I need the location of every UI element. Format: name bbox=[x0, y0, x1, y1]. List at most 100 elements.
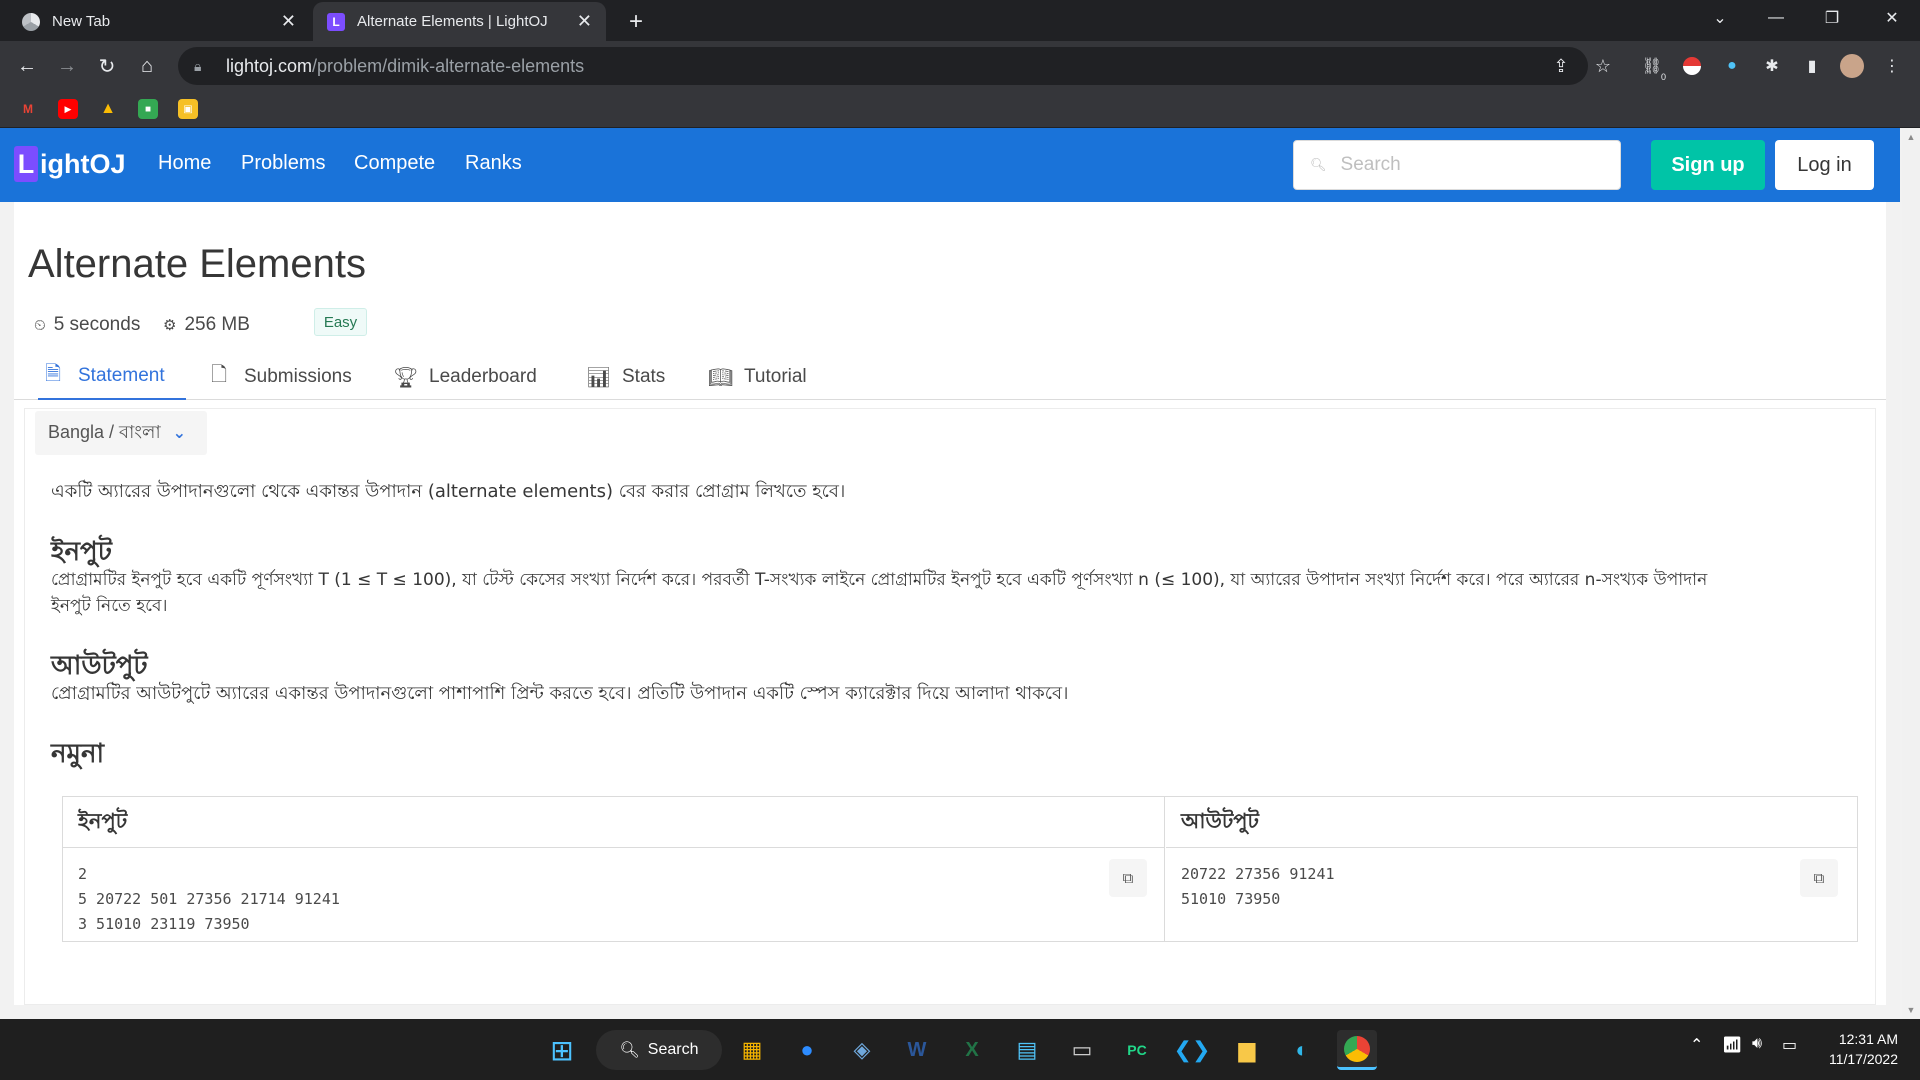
gmail-icon[interactable]: M bbox=[18, 99, 38, 119]
tab-stats[interactable]: 📊︎ Stats bbox=[582, 354, 669, 400]
login-button[interactable]: Log in bbox=[1775, 140, 1874, 190]
back-arrow-icon[interactable]: ← bbox=[12, 51, 42, 81]
bar-chart-icon: 📊︎ bbox=[586, 366, 612, 389]
window-close-icon[interactable]: ✕ bbox=[1864, 0, 1920, 36]
search-extension-icon[interactable]: ● bbox=[1720, 54, 1744, 78]
nav-problems[interactable]: Problems bbox=[241, 152, 325, 175]
puzzle-extensions-icon[interactable]: ✱ bbox=[1760, 54, 1784, 78]
tray-chevron-icon[interactable]: ⌃ bbox=[1690, 1035, 1703, 1055]
nav-home[interactable]: Home bbox=[158, 152, 211, 175]
scroll-up-icon[interactable]: ▲ bbox=[1902, 128, 1920, 146]
terminal-icon[interactable]: ▭ bbox=[1062, 1030, 1102, 1070]
sample-table: ইনপুট 2 5 20722 501 27356 21714 91241 3 … bbox=[62, 796, 1858, 942]
input-text-line-1: প্রোগ্রামটির ইনপুট হবে একটি পূর্ণসংখ্যা … bbox=[51, 570, 1708, 590]
edge-icon[interactable]: ◐ bbox=[1282, 1030, 1322, 1070]
page-scrollbar[interactable]: ▲ ▼ bbox=[1902, 128, 1920, 1019]
sample-heading: নমুনা bbox=[51, 739, 105, 769]
statement-panel: Bangla / বাংলা ⌄ একটি অ্যারের উপাদানগুলো… bbox=[24, 408, 1876, 1005]
tab-tutorial[interactable]: 📖︎ Tutorial bbox=[704, 354, 811, 400]
bookmark-star-icon[interactable]: ☆ bbox=[1588, 51, 1618, 81]
python-icon[interactable]: ◈ bbox=[842, 1030, 882, 1070]
tab-search-chevron-icon[interactable]: ⌄ bbox=[1692, 0, 1748, 36]
file-explorer-icon[interactable]: ▆ bbox=[1227, 1030, 1267, 1070]
input-text-line-2: ইনপুট নিতে হবে। bbox=[51, 596, 168, 616]
browser-tab-alternate-elements[interactable]: L Alternate Elements | LightOJ ✕ bbox=[313, 2, 606, 41]
nav-ranks[interactable]: Ranks bbox=[465, 152, 522, 175]
copy-input-button[interactable]: ⧉ bbox=[1109, 859, 1147, 897]
chrome-icon bbox=[22, 12, 40, 31]
tab-submissions[interactable]: 🗋︎ Submissions bbox=[204, 354, 356, 400]
share-icon[interactable]: ⇪ bbox=[1546, 51, 1576, 81]
zoom-icon[interactable]: ● bbox=[787, 1030, 827, 1070]
browser-tab-new-tab[interactable]: New Tab ✕ bbox=[8, 2, 310, 41]
time-limit: ⏲ 5 seconds bbox=[34, 314, 140, 336]
chrome-taskbar-icon[interactable] bbox=[1337, 1030, 1377, 1070]
browser-tab-bar: New Tab ✕ L Alternate Elements | LightOJ… bbox=[0, 0, 1920, 41]
volume-icon[interactable]: 🔊︎ bbox=[1752, 1035, 1762, 1053]
close-icon[interactable]: ✕ bbox=[577, 11, 592, 32]
reload-icon[interactable]: ↻ bbox=[92, 51, 122, 81]
youtube-icon[interactable]: ▶ bbox=[58, 99, 78, 119]
page-viewport: LightOJ Home Problems Compete Ranks 🔍︎ S… bbox=[0, 128, 1920, 1019]
taskbar-search-label: Search bbox=[647, 1041, 699, 1058]
tab-label: Statement bbox=[78, 365, 165, 386]
page-title: Alternate Elements bbox=[28, 242, 366, 286]
side-panel-icon[interactable]: ▮ bbox=[1800, 54, 1824, 78]
search-icon: 🔍︎ bbox=[1310, 157, 1327, 172]
search-input[interactable] bbox=[1340, 154, 1601, 176]
pycharm-icon[interactable]: PC bbox=[1117, 1030, 1157, 1070]
link-extension-icon[interactable]: ⛓ 0 bbox=[1640, 54, 1666, 82]
microsoft-store-icon[interactable]: ▦ bbox=[732, 1030, 772, 1070]
new-tab-button[interactable]: + bbox=[622, 8, 650, 36]
site-search-box[interactable]: 🔍︎ bbox=[1293, 140, 1621, 190]
chip-icon: ⚙ bbox=[163, 317, 177, 334]
sample-output[interactable]: 20722 27356 91241 51010 73950 bbox=[1166, 848, 1857, 912]
url-host: lightoj.com bbox=[226, 55, 313, 76]
site-navbar: LightOJ Home Problems Compete Ranks 🔍︎ S… bbox=[0, 128, 1900, 202]
tab-label: Stats bbox=[622, 366, 666, 387]
copy-output-button[interactable]: ⧉ bbox=[1800, 859, 1838, 897]
tab-label: Submissions bbox=[244, 366, 352, 387]
sample-input[interactable]: 2 5 20722 501 27356 21714 91241 3 51010 … bbox=[63, 848, 1164, 937]
kebab-menu-icon[interactable]: ⋮ bbox=[1880, 54, 1904, 78]
google-meet-icon[interactable]: ■ bbox=[138, 99, 158, 119]
battery-icon[interactable]: ▭ bbox=[1782, 1035, 1797, 1055]
vscode-icon[interactable]: ❮❯ bbox=[1172, 1030, 1212, 1070]
signup-button[interactable]: Sign up bbox=[1651, 140, 1765, 190]
wifi-icon[interactable]: 📶︎ bbox=[1722, 1035, 1742, 1055]
minimize-icon[interactable]: — bbox=[1748, 0, 1804, 36]
taskbar-search-button[interactable]: 🔍︎ Search bbox=[596, 1030, 722, 1070]
file-upload-icon: 🗋︎ bbox=[210, 364, 228, 386]
tab-statement[interactable]: 🗎︎ Statement bbox=[38, 354, 186, 400]
excel-icon[interactable]: X bbox=[952, 1030, 992, 1070]
language-select[interactable]: Bangla / বাংলা ⌄ bbox=[35, 411, 207, 455]
tab-title: New Tab bbox=[52, 13, 111, 30]
restore-icon[interactable]: ❐ bbox=[1804, 0, 1860, 36]
forward-arrow-icon[interactable]: → bbox=[52, 51, 82, 81]
windows-start-icon[interactable]: ⊞ bbox=[542, 1030, 582, 1070]
time-limit-value: 5 seconds bbox=[53, 314, 141, 335]
sample-input-column: ইনপুট 2 5 20722 501 27356 21714 91241 3 … bbox=[63, 797, 1165, 941]
tab-leaderboard[interactable]: 🏆︎ Leaderboard bbox=[389, 354, 541, 400]
home-icon[interactable]: ⌂ bbox=[132, 51, 162, 81]
pokeball-extension-icon[interactable] bbox=[1680, 54, 1704, 78]
sample-output-column: আউটপুট 20722 27356 91241 51010 73950 ⧉ bbox=[1166, 797, 1857, 941]
document-icon: 🗎︎ bbox=[44, 363, 62, 385]
tab-label: Tutorial bbox=[744, 366, 807, 387]
address-bar[interactable]: 🔒︎ lightoj.com/problem/dimik-alternate-e… bbox=[178, 47, 1588, 85]
lightoj-logo[interactable]: LightOJ bbox=[14, 146, 126, 182]
bookmarks-bar: M ▶ ▲ ■ ▣ bbox=[0, 90, 1920, 128]
google-drive-icon[interactable]: ▲ bbox=[98, 99, 118, 119]
notepad-icon[interactable]: ▤ bbox=[1007, 1030, 1047, 1070]
word-icon[interactable]: W bbox=[897, 1030, 937, 1070]
google-photos-icon[interactable]: ▣ bbox=[178, 99, 198, 119]
profile-avatar[interactable] bbox=[1840, 54, 1864, 78]
scroll-down-icon[interactable]: ▼ bbox=[1902, 1001, 1920, 1019]
extension-badge: 0 bbox=[1660, 72, 1666, 82]
nav-compete[interactable]: Compete bbox=[354, 152, 435, 175]
clock-time: 12:31 AM bbox=[1838, 1031, 1898, 1047]
taskbar-clock[interactable]: 12:31 AM 11/17/2022 bbox=[1822, 1029, 1898, 1069]
close-icon[interactable]: ✕ bbox=[281, 11, 296, 32]
search-icon: 🔍︎ bbox=[619, 1042, 640, 1059]
input-paragraph: প্রোগ্রামটির ইনপুট হবে একটি পূর্ণসংখ্যা … bbox=[51, 567, 1707, 619]
